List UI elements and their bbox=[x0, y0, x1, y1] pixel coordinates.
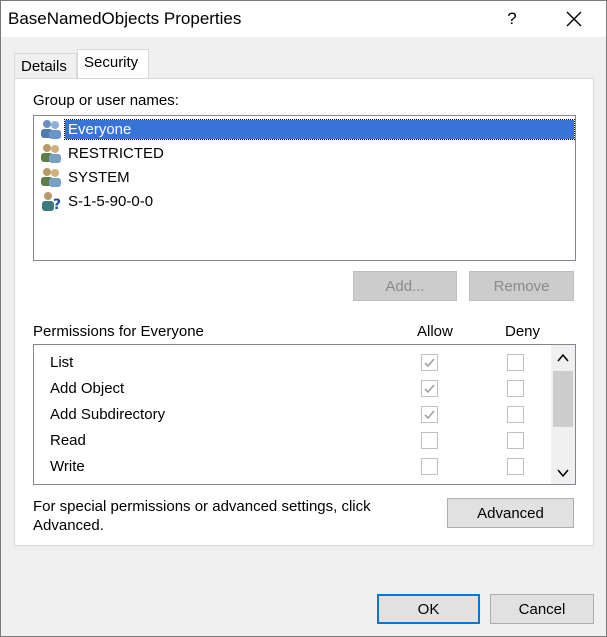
ok-button-label: OK bbox=[417, 600, 440, 618]
permission-row: Read bbox=[34, 428, 549, 454]
user-item-restricted[interactable]: RESTRICTED bbox=[39, 142, 574, 164]
close-button[interactable] bbox=[551, 1, 597, 37]
scroll-up-icon[interactable] bbox=[555, 350, 571, 366]
allow-checkbox[interactable] bbox=[421, 458, 438, 475]
user-item-system[interactable]: SYSTEM bbox=[39, 166, 574, 188]
users-group-icon bbox=[41, 168, 61, 187]
permission-name: List bbox=[50, 354, 74, 371]
user-list[interactable]: Everyone RESTRICTED SYSTEM ? S-1-5-90-0-… bbox=[33, 115, 576, 261]
unknown-user-icon: ? bbox=[42, 192, 61, 212]
advanced-hint-text: For special permissions or advanced sett… bbox=[33, 498, 371, 534]
cancel-button[interactable]: Cancel bbox=[490, 594, 594, 624]
properties-dialog: BaseNamedObjects Properties ? Details Se… bbox=[0, 0, 607, 637]
ok-button[interactable]: OK bbox=[377, 594, 480, 624]
deny-checkbox[interactable] bbox=[507, 380, 524, 397]
svg-text:?: ? bbox=[53, 197, 61, 212]
permission-name: Read bbox=[50, 432, 86, 449]
deny-checkbox[interactable] bbox=[507, 458, 524, 475]
users-group-icon bbox=[41, 120, 61, 139]
permission-name: Write bbox=[50, 458, 85, 475]
user-item-sid[interactable]: ? S-1-5-90-0-0 bbox=[39, 190, 574, 212]
allow-header: Allow bbox=[417, 323, 453, 340]
allow-checkbox[interactable] bbox=[421, 380, 438, 397]
user-name: Everyone bbox=[64, 118, 575, 140]
permissions-scrollbar[interactable] bbox=[551, 345, 575, 484]
tab-security[interactable]: Security bbox=[77, 49, 149, 79]
permission-row: List bbox=[34, 350, 549, 376]
advanced-button[interactable]: Advanced bbox=[447, 498, 574, 528]
scroll-down-icon[interactable] bbox=[555, 465, 571, 481]
title-bar: BaseNamedObjects Properties ? bbox=[1, 1, 606, 37]
advanced-button-label: Advanced bbox=[477, 504, 544, 522]
permission-row: Add Subdirectory bbox=[34, 402, 549, 428]
check-icon bbox=[424, 410, 435, 420]
users-group-icon bbox=[41, 144, 61, 163]
allow-checkbox[interactable] bbox=[421, 354, 438, 371]
permission-name: Add Subdirectory bbox=[50, 406, 166, 423]
group-or-user-names-label: Group or user names: bbox=[33, 92, 179, 109]
add-button[interactable]: Add... bbox=[353, 271, 457, 301]
allow-checkbox[interactable] bbox=[421, 406, 438, 423]
permissions-list[interactable]: List Add Object Add Subdirectory Read Wr… bbox=[33, 344, 576, 485]
scroll-thumb[interactable] bbox=[553, 371, 573, 427]
remove-button-label: Remove bbox=[493, 277, 550, 295]
tab-details[interactable]: Details bbox=[14, 53, 77, 78]
window-title: BaseNamedObjects Properties bbox=[8, 9, 242, 28]
deny-checkbox[interactable] bbox=[507, 406, 524, 423]
permissions-label: Permissions for Everyone bbox=[33, 323, 204, 340]
deny-checkbox[interactable] bbox=[507, 432, 524, 449]
add-button-label: Add... bbox=[385, 277, 425, 295]
allow-checkbox[interactable] bbox=[421, 432, 438, 449]
user-name: SYSTEM bbox=[68, 168, 130, 186]
permission-row: Write bbox=[34, 454, 549, 480]
remove-button[interactable]: Remove bbox=[469, 271, 574, 301]
user-name: S-1-5-90-0-0 bbox=[68, 192, 154, 210]
help-button[interactable]: ? bbox=[489, 1, 535, 37]
check-icon bbox=[424, 358, 435, 368]
user-item-everyone[interactable]: Everyone bbox=[39, 118, 575, 140]
user-name: RESTRICTED bbox=[68, 144, 164, 162]
deny-checkbox[interactable] bbox=[507, 354, 524, 371]
permission-row: Add Object bbox=[34, 376, 549, 402]
deny-header: Deny bbox=[505, 323, 541, 340]
cancel-button-label: Cancel bbox=[518, 600, 566, 618]
close-icon bbox=[566, 11, 582, 27]
permission-name: Add Object bbox=[50, 380, 125, 397]
check-icon bbox=[424, 384, 435, 394]
